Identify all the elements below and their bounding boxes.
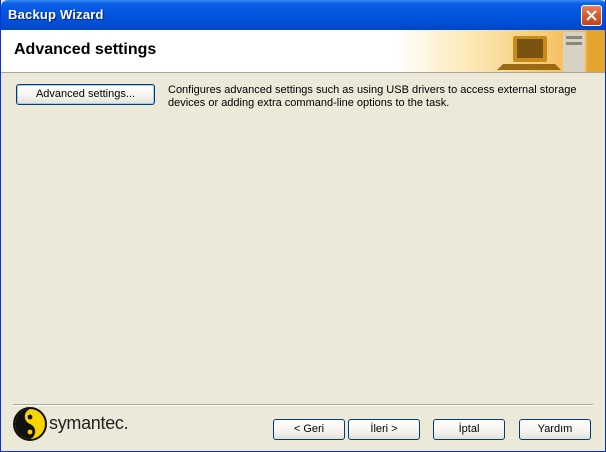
cancel-button[interactable]: İptal (433, 419, 505, 440)
help-button[interactable]: Yardım (519, 419, 591, 440)
next-button[interactable]: İleri > (348, 419, 420, 440)
wizard-header: Advanced settings (1, 30, 605, 73)
computer-illustration-icon (395, 30, 605, 72)
back-button[interactable]: < Geri (273, 419, 345, 440)
advanced-settings-description: Configures advanced settings such as usi… (168, 84, 577, 109)
close-button[interactable] (581, 5, 602, 26)
symantec-logo-icon (13, 407, 47, 441)
close-icon (586, 10, 597, 21)
symantec-logo: symantec. (13, 407, 143, 443)
symantec-brand-text: symantec. (49, 413, 129, 433)
title-bar[interactable]: Backup Wizard (1, 0, 605, 30)
footer-divider (13, 404, 593, 406)
window-title: Backup Wizard (8, 7, 104, 22)
backup-wizard-window: Backup Wizard Advanced settings Advanced… (0, 0, 606, 452)
page-title: Advanced settings (14, 41, 157, 58)
advanced-settings-button[interactable]: Advanced settings... (16, 84, 155, 105)
